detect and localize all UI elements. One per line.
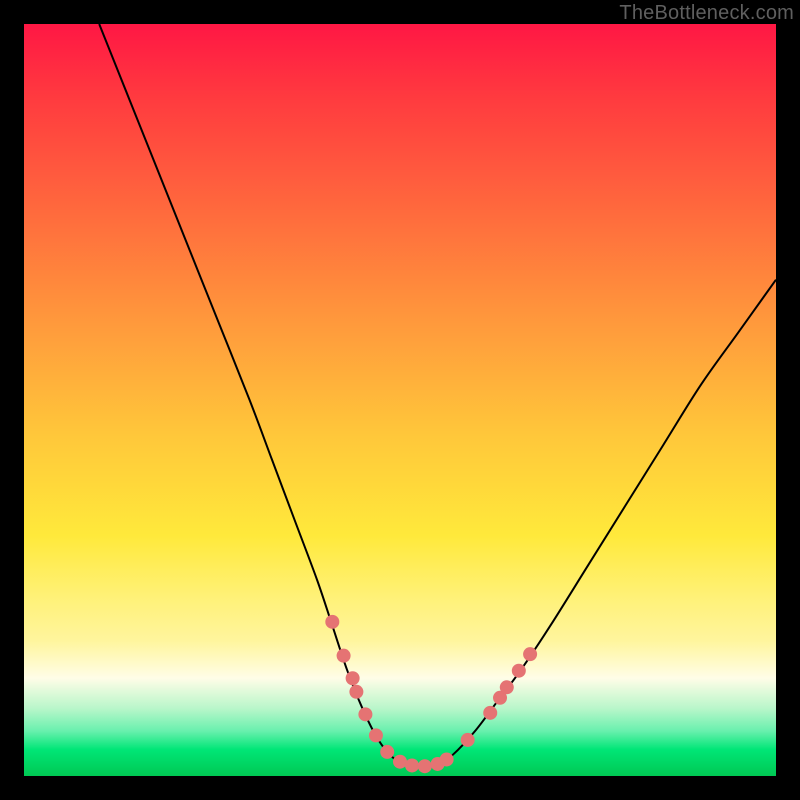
marker-dot — [440, 752, 454, 766]
marker-dot — [380, 745, 394, 759]
marker-dot — [523, 647, 537, 661]
marker-dot — [349, 685, 363, 699]
marker-dot — [346, 671, 360, 685]
marker-dot — [418, 759, 432, 773]
chart-frame: TheBottleneck.com — [0, 0, 800, 800]
plot-area — [24, 24, 776, 776]
marker-dot — [337, 649, 351, 663]
marker-dot — [512, 664, 526, 678]
marker-dot — [500, 680, 514, 694]
marker-dot — [461, 733, 475, 747]
marker-dot — [393, 755, 407, 769]
chart-svg — [24, 24, 776, 776]
marker-dot — [369, 728, 383, 742]
marker-dot — [405, 758, 419, 772]
watermark-text: TheBottleneck.com — [619, 2, 794, 25]
marker-dot — [483, 706, 497, 720]
highlight-dots — [325, 615, 537, 773]
bottleneck-curve — [99, 24, 776, 767]
marker-dot — [358, 707, 372, 721]
marker-dot — [325, 615, 339, 629]
